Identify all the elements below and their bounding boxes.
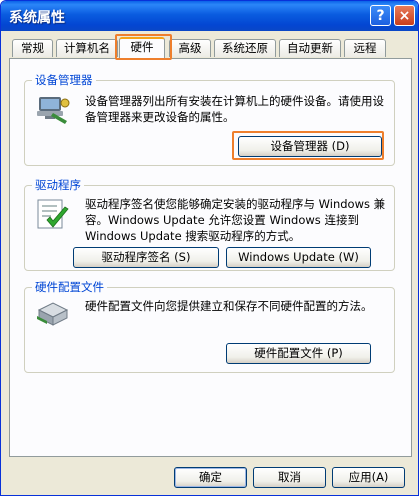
device-manager-group-label: 设备管理器 — [32, 73, 96, 87]
help-button[interactable]: ? — [370, 5, 391, 26]
tab-hardware[interactable]: 硬件 — [119, 37, 165, 59]
hardware-profiles-button[interactable]: 硬件配置文件 (P) — [226, 343, 371, 364]
device-manager-group: 设备管理器 设备管理器列出所有安装在计算机上的硬件设备。请使用设备管理器来更改设… — [24, 73, 395, 166]
title-bar[interactable]: 系统属性 ? × — [1, 1, 418, 31]
driver-signing-button[interactable]: 驱动程序签名 (S) — [73, 247, 219, 268]
device-manager-button[interactable]: 设备管理器 (D) — [238, 136, 382, 157]
tab-general[interactable]: 常规 — [12, 39, 53, 57]
tab-advanced[interactable]: 高级 — [169, 39, 211, 57]
drivers-group-label: 驱动程序 — [32, 178, 84, 192]
hardware-profiles-group: 硬件配置文件 硬件配置文件向您提供建立和保存不同硬件配置的方法。 硬件配置文件 … — [24, 280, 395, 373]
window-title: 系统属性 — [9, 10, 65, 26]
apply-button[interactable]: 应用(A) — [332, 467, 405, 488]
windows-update-button[interactable]: Windows Update (W) — [226, 247, 371, 268]
hardware-profiles-description: 硬件配置文件向您提供建立和保存不同硬件配置的方法。 — [85, 299, 373, 313]
driver-signing-icon — [37, 199, 69, 229]
cancel-button[interactable]: 取消 — [253, 467, 326, 488]
tab-computer-name[interactable]: 计算机名 — [56, 39, 118, 57]
ok-button[interactable]: 确定 — [174, 467, 247, 488]
device-manager-icon — [37, 97, 70, 124]
tab-strip: 常规 计算机名 硬件 高级 系统还原 自动更新 远程 — [9, 37, 412, 59]
close-button[interactable]: × — [394, 5, 415, 26]
hardware-profiles-group-label: 硬件配置文件 — [32, 280, 107, 294]
tab-system-restore[interactable]: 系统还原 — [214, 39, 276, 57]
system-properties-window: 系统属性 ? × 常规 计算机名 硬件 高级 系统还原 自动更新 远程 设备管理… — [0, 0, 419, 496]
device-manager-description: 设备管理器列出所有安装在计算机上的硬件设备。请使用设备管理器来更改设备的属性。 — [85, 94, 384, 124]
hardware-tab-panel: 设备管理器 设备管理器列出所有安装在计算机上的硬件设备。请使用设备管理器来更改设… — [9, 58, 412, 457]
tab-remote[interactable]: 远程 — [344, 39, 386, 57]
drivers-description: 驱动程序签名使您能够确定安装的驱动程序与 Windows 兼容。Windows … — [85, 197, 386, 243]
drivers-group: 驱动程序 驱动程序签名使您能够确定安装的驱动程序与 Windows 兼容。Win… — [24, 178, 395, 271]
tab-automatic-updates[interactable]: 自动更新 — [279, 39, 341, 57]
hardware-profile-icon — [37, 302, 69, 326]
